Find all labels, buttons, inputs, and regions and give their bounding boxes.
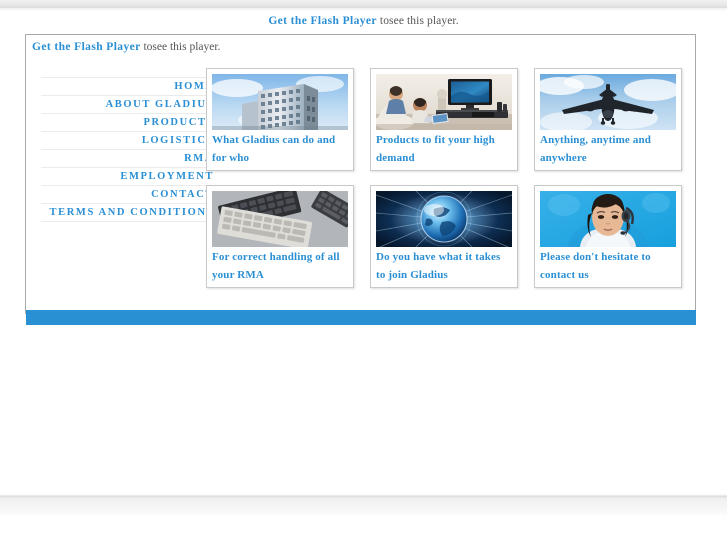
call-center-agent-photo — [540, 191, 676, 247]
flash-notice-inner-text: tosee this player. — [140, 41, 221, 53]
card-rma[interactable]: For correct handling of all your RMA — [206, 185, 354, 288]
browser-top-strip-shadow — [0, 8, 727, 11]
get-flash-player-link-top[interactable]: Get the Flash Player — [268, 15, 377, 27]
page-bottom-band-lower — [0, 499, 727, 515]
card-caption: What Gladius can do and for who — [212, 134, 336, 164]
card-contact[interactable]: Please don't hesitate to contact us — [534, 185, 682, 288]
browser-top-strip — [0, 0, 727, 8]
flash-player-notice-inner: Get the Flash Player tosee this player. — [32, 41, 220, 53]
get-flash-player-link-inner[interactable]: Get the Flash Player — [32, 41, 141, 53]
card-caption: For correct handling of all your RMA — [212, 251, 340, 281]
nav-item-products[interactable]: PRODUCTS — [41, 113, 216, 131]
nav-item-contact[interactable]: CONTACT — [41, 185, 216, 203]
card-caption: Do you have what it takes to join Gladiu… — [376, 251, 501, 281]
card-products[interactable]: Products to fit your high demand — [370, 68, 518, 171]
nav-item-terms-and-conditions[interactable]: TERMS AND CONDITIONS — [41, 203, 216, 222]
living-room-tv-photo — [376, 74, 512, 130]
footer-accent-bar — [26, 310, 696, 325]
flash-notice-top-text: tosee this player. — [376, 15, 459, 27]
nav-item-employment[interactable]: EMPLOYMENT — [41, 167, 216, 185]
nav-item-home[interactable]: HOME — [41, 77, 216, 95]
keyboards-pile-photo — [212, 191, 348, 247]
card-row-top: What Gladius can do and for who Products… — [206, 68, 682, 171]
main-navigation: HOME ABOUT GLADIUS PRODUCTS LOGISTICS RM… — [41, 77, 216, 222]
card-caption: Anything, anytime and anywhere — [540, 134, 652, 164]
airplane-sky-photo — [540, 74, 676, 130]
card-caption: Please don't hesitate to contact us — [540, 251, 651, 281]
flash-player-notice-top: Get the Flash Player tosee this player. — [0, 15, 727, 27]
blue-globe-photo — [376, 191, 512, 247]
card-logistics[interactable]: Anything, anytime and anywhere — [534, 68, 682, 171]
card-employment[interactable]: Do you have what it takes to join Gladiu… — [370, 185, 518, 288]
office-building-photo — [212, 74, 348, 130]
nav-item-rma[interactable]: RMA — [41, 149, 216, 167]
card-row-bottom: For correct handling of all your RMA Do … — [206, 185, 682, 288]
nav-item-about-gladius[interactable]: ABOUT GLADIUS — [41, 95, 216, 113]
card-caption: Products to fit your high demand — [376, 134, 495, 164]
nav-item-logistics[interactable]: LOGISTICS — [41, 131, 216, 149]
main-content-container: Get the Flash Player tosee this player. … — [25, 34, 696, 314]
feature-card-grid: What Gladius can do and for who Products… — [206, 68, 682, 302]
card-about-gladius[interactable]: What Gladius can do and for who — [206, 68, 354, 171]
